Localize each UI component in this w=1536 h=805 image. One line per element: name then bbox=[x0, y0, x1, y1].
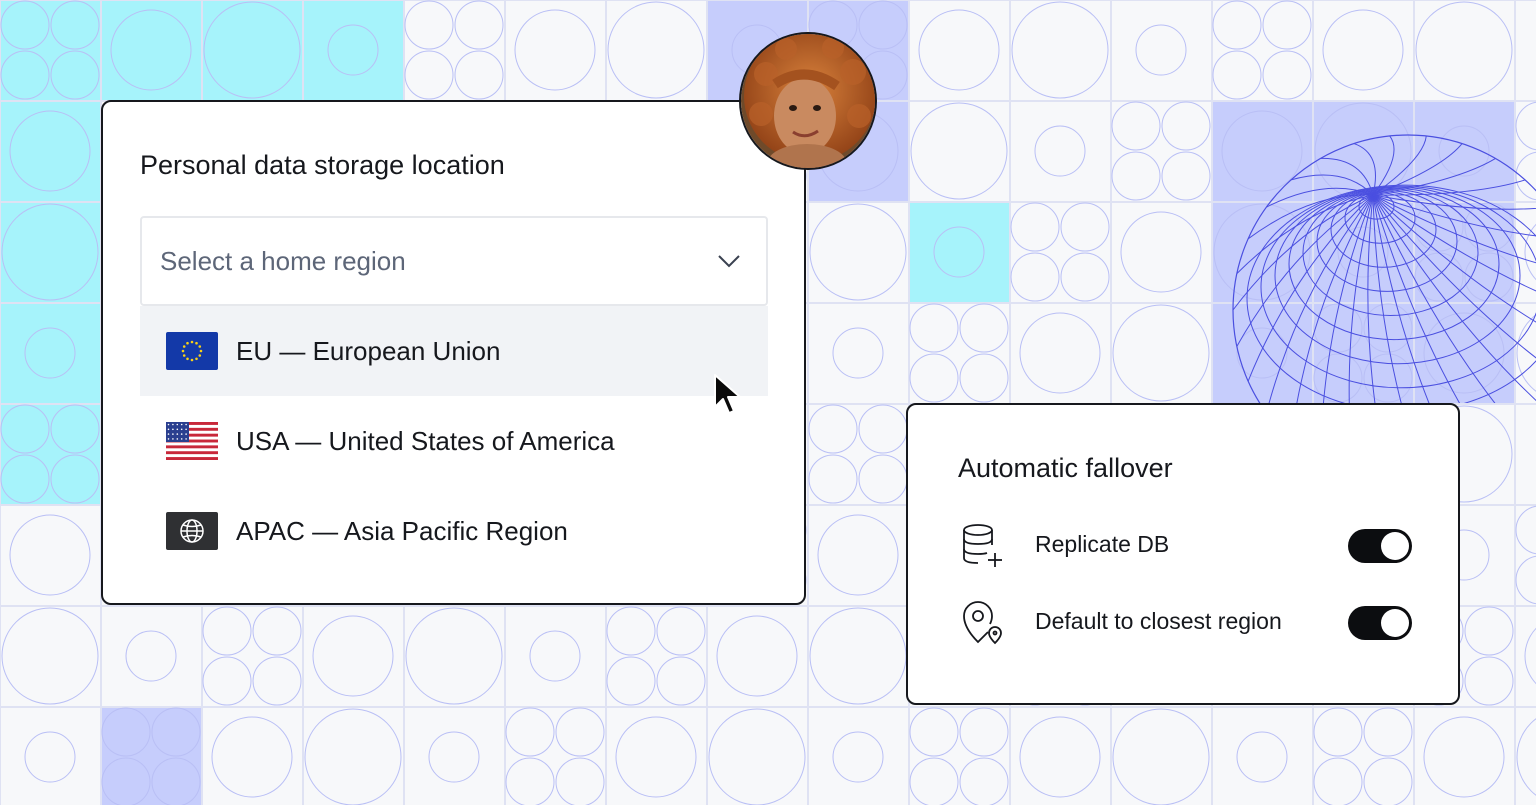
option-apac[interactable]: APAC — Asia Pacific Region bbox=[140, 486, 768, 576]
home-region-select[interactable]: Select a home region bbox=[140, 216, 768, 306]
option-usa[interactable]: USA — United States of America bbox=[140, 396, 768, 486]
location-pin-icon bbox=[963, 601, 1002, 645]
eu-flag-icon bbox=[166, 332, 218, 370]
replicate-db-toggle[interactable] bbox=[1348, 529, 1412, 563]
option-eu[interactable]: EU — European Union bbox=[140, 306, 768, 396]
row-label: Default to closest region bbox=[1035, 608, 1282, 634]
default-closest-region-toggle[interactable] bbox=[1348, 606, 1412, 640]
database-add-icon bbox=[963, 524, 1002, 567]
card-title: Automatic fallover bbox=[958, 453, 1173, 483]
select-placeholder: Select a home region bbox=[160, 246, 406, 276]
us-flag-icon bbox=[166, 422, 218, 460]
default-closest-region-row: Default to closest region bbox=[958, 592, 1412, 652]
mouse-pointer-icon bbox=[714, 374, 741, 414]
replicate-db-row: Replicate DB bbox=[958, 515, 1412, 575]
region-card: Personal data storage location Select a … bbox=[101, 100, 806, 605]
toggle-knob bbox=[1381, 609, 1409, 637]
card-title: Personal data storage location bbox=[140, 150, 505, 180]
toggle-knob bbox=[1381, 532, 1409, 560]
user-avatar bbox=[739, 32, 877, 170]
wireframe-globe-illustration bbox=[1232, 134, 1536, 403]
globe-icon bbox=[166, 512, 218, 550]
option-label: USA — United States of America bbox=[236, 426, 615, 456]
row-label: Replicate DB bbox=[1035, 531, 1170, 557]
option-label: EU — European Union bbox=[236, 336, 501, 366]
chevron-down-icon bbox=[718, 255, 740, 268]
fallover-card: Automatic fallover Replicate DB Default … bbox=[906, 403, 1460, 705]
option-label: APAC — Asia Pacific Region bbox=[236, 516, 568, 546]
